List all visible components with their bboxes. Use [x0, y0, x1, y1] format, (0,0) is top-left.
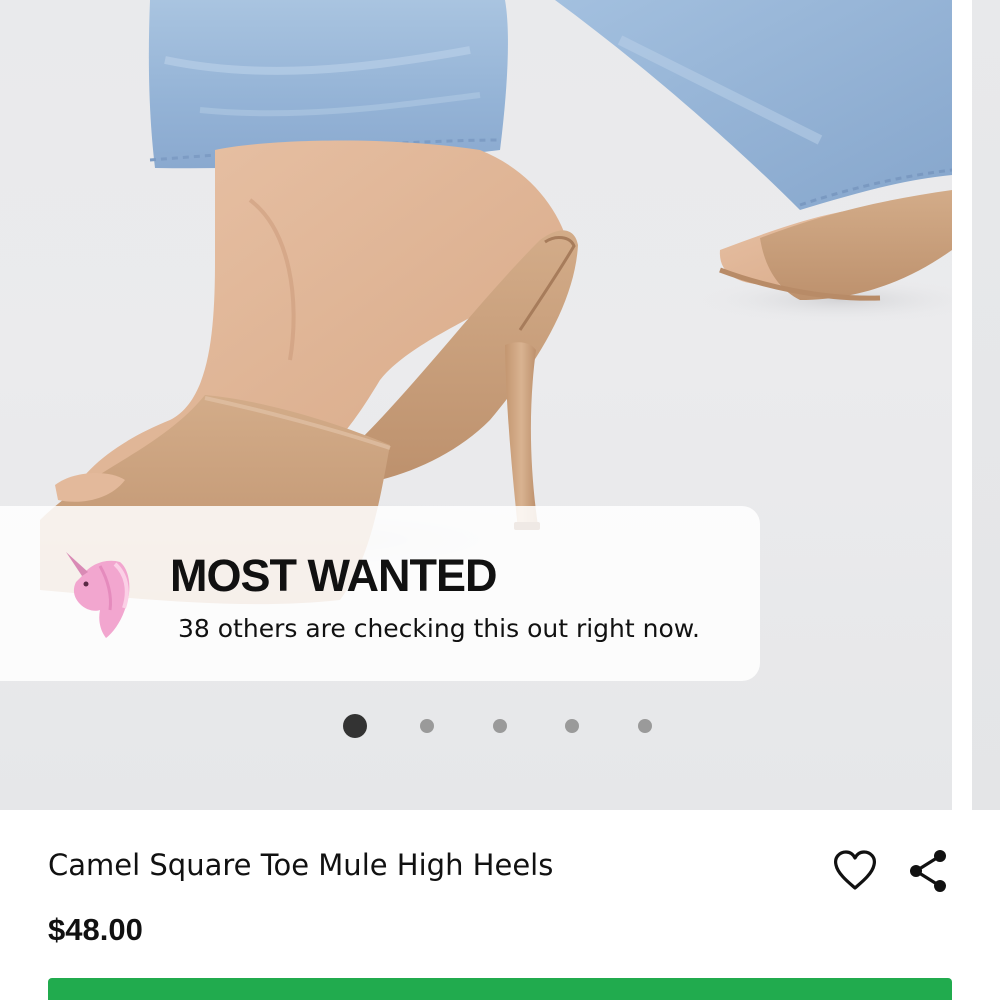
toast-title: MOST WANTED: [170, 550, 497, 601]
gallery-next-slide-peek[interactable]: [972, 0, 1000, 810]
carousel-dot[interactable]: [565, 719, 579, 733]
gallery-slide-active[interactable]: [0, 0, 952, 810]
carousel-dot[interactable]: [420, 719, 434, 733]
share-icon: [910, 850, 946, 892]
toast-subtitle: 38 others are checking this out right no…: [178, 614, 700, 643]
unicorn-icon: [66, 552, 130, 638]
carousel-dot[interactable]: [638, 719, 652, 733]
share-button[interactable]: [906, 848, 950, 894]
product-image-gallery[interactable]: MOST WANTED 38 others are checking this …: [0, 0, 1000, 810]
carousel-dot[interactable]: [493, 719, 507, 733]
product-photo: [40, 0, 952, 605]
most-wanted-toast: MOST WANTED 38 others are checking this …: [0, 506, 760, 681]
product-page: MOST WANTED 38 others are checking this …: [0, 0, 1000, 1000]
product-price: $48.00: [48, 912, 143, 947]
carousel-dot[interactable]: [343, 714, 367, 738]
wishlist-button[interactable]: [832, 848, 878, 894]
add-to-bag-button[interactable]: [48, 978, 952, 1000]
heart-outline-icon: [834, 850, 876, 890]
product-title: Camel Square Toe Mule High Heels: [48, 848, 554, 882]
carousel-pagination: [0, 712, 1000, 740]
